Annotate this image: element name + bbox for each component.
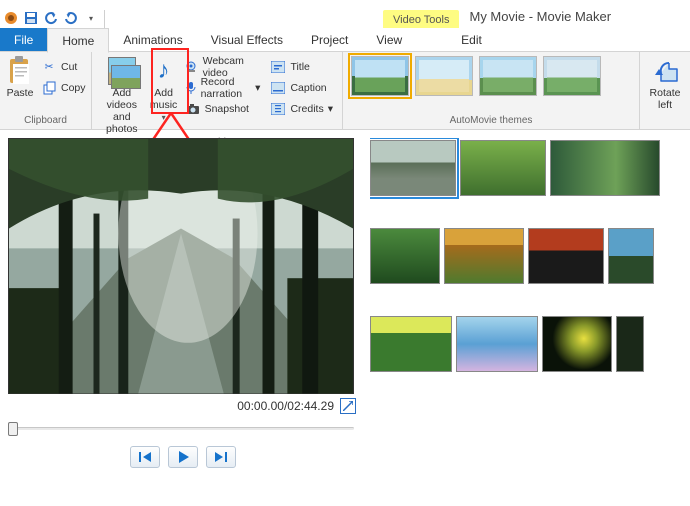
- caption-button[interactable]: Caption: [267, 78, 336, 98]
- cut-label: Cut: [61, 61, 77, 73]
- tab-animations[interactable]: Animations: [109, 28, 196, 51]
- caption-icon: [270, 80, 286, 96]
- theme-thumb[interactable]: [543, 56, 601, 96]
- storyboard[interactable]: [370, 138, 684, 506]
- add-videos-button[interactable]: Add videos and photos: [98, 55, 146, 135]
- add-music-label: Add music ▾: [150, 87, 178, 124]
- microphone-icon: [185, 80, 197, 96]
- clip-thumb[interactable]: [542, 316, 612, 372]
- webcam-button[interactable]: Webcam video: [182, 57, 264, 77]
- clip-thumb[interactable]: [444, 228, 524, 284]
- qat-dropdown-icon[interactable]: ▾: [84, 11, 98, 25]
- add-videos-label: Add videos and photos: [98, 87, 146, 135]
- record-label: Record narration: [201, 76, 252, 100]
- webcam-icon: [185, 59, 199, 75]
- slider-thumb[interactable]: [8, 422, 18, 436]
- copy-button[interactable]: Copy: [38, 78, 89, 98]
- tab-visual-effects[interactable]: Visual Effects: [197, 28, 297, 51]
- tab-home[interactable]: Home: [47, 28, 109, 53]
- snapshot-button[interactable]: Snapshot: [182, 99, 264, 119]
- clip-thumb[interactable]: [550, 140, 660, 196]
- next-frame-button[interactable]: [206, 446, 236, 468]
- theme-thumb[interactable]: [415, 56, 473, 96]
- camera-icon: [185, 101, 201, 117]
- credits-icon: [270, 101, 286, 117]
- caption-label: Caption: [290, 82, 326, 94]
- paste-label: Paste: [7, 87, 34, 99]
- copy-label: Copy: [61, 82, 86, 94]
- window-title: My Movie - Movie Maker: [459, 5, 621, 28]
- tab-view[interactable]: View: [362, 28, 416, 51]
- record-narration-button[interactable]: Record narration ▾: [182, 78, 264, 98]
- clip-thumb[interactable]: [616, 316, 644, 372]
- app-icon: [4, 11, 18, 25]
- title-label: Title: [290, 61, 309, 73]
- clip-thumb[interactable]: [460, 140, 546, 196]
- clipboard-paste-icon: [6, 57, 34, 85]
- photos-icon: [108, 57, 136, 85]
- prev-frame-button[interactable]: [130, 446, 160, 468]
- save-icon[interactable]: [24, 11, 38, 25]
- fullscreen-icon[interactable]: [340, 398, 356, 414]
- group-clipboard: Clipboard: [0, 113, 91, 129]
- music-note-icon: ♪: [150, 57, 178, 85]
- credits-button[interactable]: Credits ▾: [267, 99, 336, 119]
- chevron-down-icon: ▾: [255, 82, 260, 94]
- group-themes: AutoMovie themes: [343, 113, 639, 129]
- contextual-tab-group: Video Tools: [383, 10, 459, 28]
- time-display: 00:00.00/02:44.29: [237, 399, 334, 413]
- redo-icon[interactable]: [64, 11, 78, 25]
- scissors-icon: ✂: [41, 59, 57, 75]
- add-music-button[interactable]: ♪ Add music ▾: [150, 55, 178, 124]
- paste-button[interactable]: Paste: [6, 55, 34, 99]
- rotate-left-label: Rotate left: [650, 87, 681, 111]
- rotate-left-button[interactable]: Rotate left: [646, 55, 684, 111]
- seek-slider[interactable]: [8, 420, 354, 436]
- clip-thumb[interactable]: [528, 228, 604, 284]
- credits-label: Credits: [290, 103, 323, 115]
- cut-button[interactable]: ✂ Cut: [38, 57, 89, 77]
- clip-thumb[interactable]: [456, 316, 538, 372]
- clip-thumb[interactable]: [370, 228, 440, 284]
- rotate-left-icon: [651, 57, 679, 85]
- undo-icon[interactable]: [44, 11, 58, 25]
- chevron-down-icon: ▾: [162, 113, 166, 122]
- title-icon: [270, 59, 286, 75]
- tab-edit[interactable]: Edit: [447, 28, 496, 51]
- copy-icon: [41, 80, 57, 96]
- play-button[interactable]: [168, 446, 198, 468]
- clip-thumb[interactable]: [370, 140, 456, 196]
- tab-file[interactable]: File: [0, 28, 47, 51]
- clip-thumb[interactable]: [608, 228, 654, 284]
- theme-thumb[interactable]: [479, 56, 537, 96]
- video-preview: [8, 138, 354, 394]
- snapshot-label: Snapshot: [205, 103, 249, 115]
- title-button[interactable]: Title: [267, 57, 336, 77]
- clip-thumb[interactable]: [370, 316, 452, 372]
- theme-thumb[interactable]: [351, 56, 409, 96]
- tab-project[interactable]: Project: [297, 28, 362, 51]
- chevron-down-icon: ▾: [328, 103, 333, 115]
